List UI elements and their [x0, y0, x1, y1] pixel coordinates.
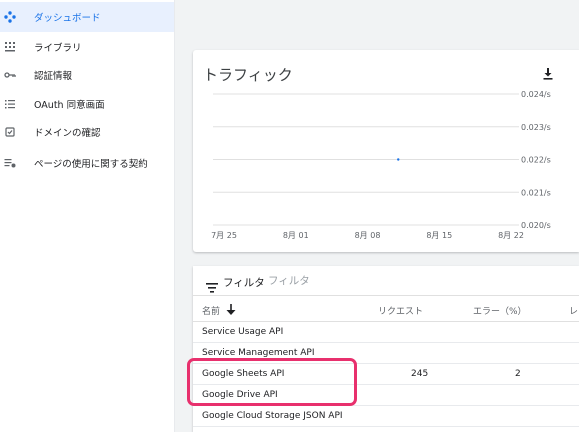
sidebar-item-label: ダッシュボード — [34, 13, 101, 24]
library-icon — [4, 41, 16, 53]
y-tick-label: 0.022/s — [521, 156, 551, 165]
api-name-link[interactable]: Service Management API — [202, 348, 315, 358]
sidebar-item-dashboard[interactable]: ダッシュボード — [0, 2, 174, 32]
filter-bar: フィルタ — [193, 266, 579, 296]
y-tick-label: 0.020/s — [521, 221, 551, 230]
api-name-link[interactable]: Google Sheets API — [202, 369, 284, 379]
sidebar-item-page-agreements[interactable]: ページの使用に関する契約 — [0, 148, 174, 178]
dashboard-icon — [4, 11, 16, 23]
sidebar-item-domain-verification[interactable]: ドメインの確認 — [0, 117, 174, 147]
traffic-card: トラフィック 0.024/s 0.023/s 0.022/s 0.021/s 0.020… — [193, 50, 579, 252]
sidebar-item-label: ドメインの確認 — [34, 128, 101, 139]
sidebar-item-library[interactable]: ライブラリ — [0, 32, 174, 62]
table-row[interactable]: Service Usage API — [193, 322, 579, 343]
y-tick-label: 0.023/s — [521, 123, 551, 132]
table-row[interactable]: Google Sheets API 245 2 — [193, 364, 579, 385]
x-tick-label: 8月 08 — [355, 231, 381, 240]
x-tick-label: 8月 01 — [283, 231, 309, 240]
key-icon — [4, 69, 16, 81]
api-name-link[interactable]: Google Cloud Storage JSON API — [202, 411, 343, 421]
request-count: 245 — [411, 369, 429, 379]
x-tick-label: 8月 15 — [426, 231, 452, 240]
table-header: 名前 リクエスト エラー（%） レ — [193, 298, 579, 322]
oauth-consent-icon — [4, 98, 16, 110]
filter-icon[interactable] — [206, 278, 218, 293]
error-rate: 2 — [515, 369, 521, 379]
api-table-panel: フィルタ 名前 リクエスト エラー（%） レ Service Usage API… — [193, 266, 579, 432]
sidebar-item-label: ライブラリ — [34, 43, 82, 54]
table-row[interactable]: Service Management API — [193, 343, 579, 364]
sidebar-item-label: ページの使用に関する契約 — [34, 159, 148, 170]
sidebar-item-label: 認証情報 — [34, 71, 73, 82]
sort-arrow-down-icon[interactable] — [225, 302, 237, 316]
column-header-name[interactable]: 名前 — [202, 304, 220, 317]
x-tick-label: 7月 25 — [211, 231, 237, 240]
filter-label: フィルタ — [223, 277, 265, 289]
api-name-link[interactable]: Service Usage API — [202, 327, 283, 337]
x-tick-label: 8月 22 — [498, 231, 524, 240]
sidebar: ダッシュボード ライブラリ 認証情報 OAuth 同意画面 ドメインの確認 ペー… — [0, 0, 175, 432]
filter-input[interactable] — [268, 273, 388, 289]
column-header-requests[interactable]: リクエスト — [378, 304, 423, 317]
sidebar-item-label: OAuth 同意画面 — [34, 100, 105, 111]
sidebar-item-credentials[interactable]: 認証情報 — [0, 60, 174, 90]
api-name-link[interactable]: Google Drive API — [202, 390, 278, 400]
y-tick-label: 0.021/s — [521, 188, 551, 197]
sidebar-item-oauth-consent[interactable]: OAuth 同意画面 — [0, 89, 174, 119]
data-point — [397, 158, 400, 161]
column-header-latency[interactable]: レ — [569, 304, 578, 317]
y-tick-label: 0.024/s — [521, 90, 551, 99]
page-agreement-icon — [4, 157, 16, 169]
table-row[interactable]: Google Cloud Storage JSON API — [193, 406, 579, 427]
traffic-chart: 0.024/s 0.023/s 0.022/s 0.021/s 0.020/s 7月 2… — [211, 90, 551, 240]
column-header-errors[interactable]: エラー（%） — [473, 304, 527, 317]
domain-verification-icon — [4, 126, 16, 138]
table-row[interactable]: Google Drive API — [193, 385, 579, 406]
